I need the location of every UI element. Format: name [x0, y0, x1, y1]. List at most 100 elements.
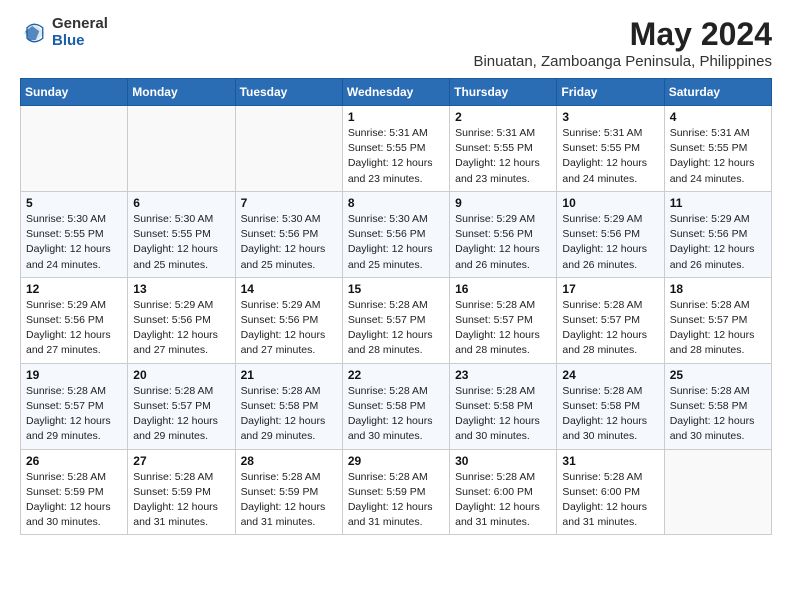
- day-info: Sunrise: 5:31 AM Sunset: 5:55 PM Dayligh…: [455, 126, 551, 187]
- day-number: 15: [348, 282, 444, 296]
- calendar-cell: [128, 106, 235, 192]
- calendar-cell: 19Sunrise: 5:28 AM Sunset: 5:57 PM Dayli…: [21, 363, 128, 449]
- day-number: 20: [133, 368, 229, 382]
- calendar-cell: 11 Sunrise: 5:29 AM Sunset: 5:56 PM Dayli…: [664, 191, 771, 277]
- calendar-cell: 10 Sunrise: 5:29 AM Sunset: 5:56 PM Dayli…: [557, 191, 664, 277]
- calendar-cell: 18Sunrise: 5:28 AM Sunset: 5:57 PM Dayli…: [664, 277, 771, 363]
- calendar-cell: 26 Sunrise: 5:28 AM Sunset: 5:59 PM Dayli…: [21, 449, 128, 535]
- day-info: Sunrise: 5:29 AM Sunset: 5:56 PM Dayligh…: [670, 212, 766, 273]
- calendar-cell: 2Sunrise: 5:31 AM Sunset: 5:55 PM Daylig…: [450, 106, 557, 192]
- day-info: Sunrise: 5:28 AM Sunset: 5:59 PM Dayligh…: [241, 470, 337, 531]
- day-number: 11: [670, 196, 766, 210]
- calendar-cell: 24 Sunrise: 5:28 AM Sunset: 5:58 PM Dayli…: [557, 363, 664, 449]
- day-number: 24: [562, 368, 658, 382]
- day-number: 21: [241, 368, 337, 382]
- day-info: Sunrise: 5:28 AM Sunset: 5:58 PM Dayligh…: [348, 384, 444, 445]
- day-number: 29: [348, 454, 444, 468]
- calendar-cell: 31Sunrise: 5:28 AM Sunset: 6:00 PM Dayli…: [557, 449, 664, 535]
- logo-text: General Blue: [52, 16, 108, 49]
- calendar-cell: 21 Sunrise: 5:28 AM Sunset: 5:58 PM Dayli…: [235, 363, 342, 449]
- calendar-header: SundayMondayTuesdayWednesdayThursdayFrid…: [21, 79, 772, 106]
- day-info: Sunrise: 5:30 AM Sunset: 5:55 PM Dayligh…: [133, 212, 229, 273]
- day-number: 9: [455, 196, 551, 210]
- day-info: Sunrise: 5:28 AM Sunset: 5:57 PM Dayligh…: [133, 384, 229, 445]
- calendar-cell: 9 Sunrise: 5:29 AM Sunset: 5:56 PM Daylig…: [450, 191, 557, 277]
- calendar-cell: 3Sunrise: 5:31 AM Sunset: 5:55 PM Daylig…: [557, 106, 664, 192]
- day-number: 27: [133, 454, 229, 468]
- calendar-body: 1 Sunrise: 5:31 AM Sunset: 5:55 PM Daylig…: [21, 106, 772, 535]
- calendar-week-4: 19Sunrise: 5:28 AM Sunset: 5:57 PM Dayli…: [21, 363, 772, 449]
- location: Binuatan, Zamboanga Peninsula, Philippin…: [473, 53, 772, 70]
- day-info: Sunrise: 5:29 AM Sunset: 5:56 PM Dayligh…: [455, 212, 551, 273]
- day-number: 16: [455, 282, 551, 296]
- day-info: Sunrise: 5:28 AM Sunset: 6:00 PM Dayligh…: [455, 470, 551, 531]
- day-number: 13: [133, 282, 229, 296]
- day-number: 28: [241, 454, 337, 468]
- day-number: 17: [562, 282, 658, 296]
- day-info: Sunrise: 5:29 AM Sunset: 5:56 PM Dayligh…: [26, 298, 122, 359]
- day-info: Sunrise: 5:29 AM Sunset: 5:56 PM Dayligh…: [133, 298, 229, 359]
- month-year: May 2024: [473, 16, 772, 53]
- calendar-cell: 8Sunrise: 5:30 AM Sunset: 5:56 PM Daylig…: [342, 191, 449, 277]
- calendar-cell: 25 Sunrise: 5:28 AM Sunset: 5:58 PM Dayli…: [664, 363, 771, 449]
- header-day-sunday: Sunday: [21, 79, 128, 106]
- calendar-cell: 16Sunrise: 5:28 AM Sunset: 5:57 PM Dayli…: [450, 277, 557, 363]
- calendar-cell: 28 Sunrise: 5:28 AM Sunset: 5:59 PM Dayli…: [235, 449, 342, 535]
- day-number: 1: [348, 110, 444, 124]
- day-number: 26: [26, 454, 122, 468]
- logo-general: General: [52, 16, 108, 33]
- calendar-week-1: 1 Sunrise: 5:31 AM Sunset: 5:55 PM Daylig…: [21, 106, 772, 192]
- day-number: 5: [26, 196, 122, 210]
- day-info: Sunrise: 5:30 AM Sunset: 5:55 PM Dayligh…: [26, 212, 122, 273]
- day-number: 12: [26, 282, 122, 296]
- logo-icon: [20, 19, 48, 47]
- day-number: 10: [562, 196, 658, 210]
- day-info: Sunrise: 5:28 AM Sunset: 5:57 PM Dayligh…: [562, 298, 658, 359]
- calendar-cell: [235, 106, 342, 192]
- day-info: Sunrise: 5:29 AM Sunset: 5:56 PM Dayligh…: [241, 298, 337, 359]
- calendar-cell: 13 Sunrise: 5:29 AM Sunset: 5:56 PM Dayli…: [128, 277, 235, 363]
- day-info: Sunrise: 5:29 AM Sunset: 5:56 PM Dayligh…: [562, 212, 658, 273]
- day-info: Sunrise: 5:28 AM Sunset: 5:59 PM Dayligh…: [348, 470, 444, 531]
- day-info: Sunrise: 5:30 AM Sunset: 5:56 PM Dayligh…: [241, 212, 337, 273]
- calendar-cell: 5 Sunrise: 5:30 AM Sunset: 5:55 PM Daylig…: [21, 191, 128, 277]
- calendar-week-5: 26 Sunrise: 5:28 AM Sunset: 5:59 PM Dayli…: [21, 449, 772, 535]
- calendar-cell: 27Sunrise: 5:28 AM Sunset: 5:59 PM Dayli…: [128, 449, 235, 535]
- day-number: 6: [133, 196, 229, 210]
- calendar-cell: 6 Sunrise: 5:30 AM Sunset: 5:55 PM Daylig…: [128, 191, 235, 277]
- day-info: Sunrise: 5:28 AM Sunset: 5:58 PM Dayligh…: [670, 384, 766, 445]
- title-block: May 2024 Binuatan, Zamboanga Peninsula, …: [473, 16, 772, 70]
- day-info: Sunrise: 5:28 AM Sunset: 5:58 PM Dayligh…: [455, 384, 551, 445]
- header-day-wednesday: Wednesday: [342, 79, 449, 106]
- day-number: 3: [562, 110, 658, 124]
- logo-blue: Blue: [52, 33, 108, 50]
- day-number: 25: [670, 368, 766, 382]
- page-header: General Blue May 2024 Binuatan, Zamboang…: [20, 16, 772, 70]
- calendar-cell: 30Sunrise: 5:28 AM Sunset: 6:00 PM Dayli…: [450, 449, 557, 535]
- calendar-week-2: 5 Sunrise: 5:30 AM Sunset: 5:55 PM Daylig…: [21, 191, 772, 277]
- day-number: 7: [241, 196, 337, 210]
- calendar-cell: 1Sunrise: 5:31 AM Sunset: 5:55 PM Daylig…: [342, 106, 449, 192]
- day-info: Sunrise: 5:28 AM Sunset: 6:00 PM Dayligh…: [562, 470, 658, 531]
- header-day-friday: Friday: [557, 79, 664, 106]
- calendar-cell: 29 Sunrise: 5:28 AM Sunset: 5:59 PM Dayli…: [342, 449, 449, 535]
- day-number: 23: [455, 368, 551, 382]
- calendar-cell: 22 Sunrise: 5:28 AM Sunset: 5:58 PM Dayli…: [342, 363, 449, 449]
- day-info: Sunrise: 5:28 AM Sunset: 5:59 PM Dayligh…: [26, 470, 122, 531]
- header-day-monday: Monday: [128, 79, 235, 106]
- day-info: Sunrise: 5:30 AM Sunset: 5:56 PM Dayligh…: [348, 212, 444, 273]
- header-day-tuesday: Tuesday: [235, 79, 342, 106]
- logo: General Blue: [20, 16, 108, 49]
- day-info: Sunrise: 5:28 AM Sunset: 5:58 PM Dayligh…: [241, 384, 337, 445]
- calendar-cell: 14Sunrise: 5:29 AM Sunset: 5:56 PM Dayli…: [235, 277, 342, 363]
- day-info: Sunrise: 5:28 AM Sunset: 5:58 PM Dayligh…: [562, 384, 658, 445]
- calendar-table: SundayMondayTuesdayWednesdayThursdayFrid…: [20, 78, 772, 535]
- calendar-cell: 15Sunrise: 5:28 AM Sunset: 5:57 PM Dayli…: [342, 277, 449, 363]
- day-number: 18: [670, 282, 766, 296]
- day-number: 4: [670, 110, 766, 124]
- calendar-cell: 12 Sunrise: 5:29 AM Sunset: 5:56 PM Dayli…: [21, 277, 128, 363]
- header-row: SundayMondayTuesdayWednesdayThursdayFrid…: [21, 79, 772, 106]
- calendar-cell: 4Sunrise: 5:31 AM Sunset: 5:55 PM Daylig…: [664, 106, 771, 192]
- day-info: Sunrise: 5:28 AM Sunset: 5:57 PM Dayligh…: [26, 384, 122, 445]
- day-number: 22: [348, 368, 444, 382]
